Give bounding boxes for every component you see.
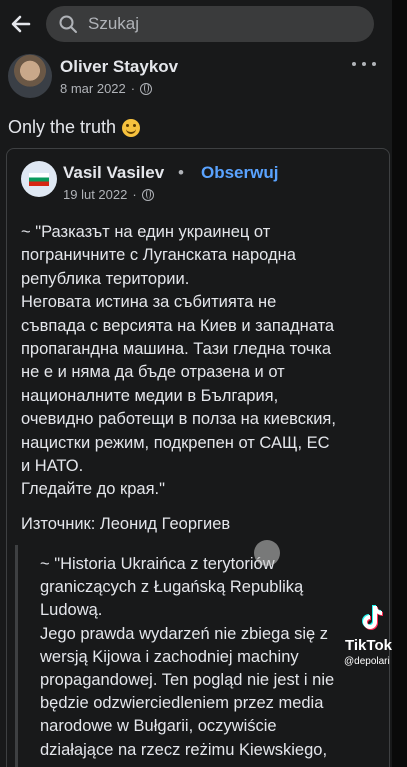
search-bar[interactable] xyxy=(46,6,374,42)
post-meta: 8 mar 2022 · xyxy=(60,81,153,96)
search-icon xyxy=(59,15,77,33)
follow-button[interactable]: Obserwuj xyxy=(201,163,278,183)
shared-post-card[interactable]: Vasil Vasilev • Obserwuj 19 lut 2022 · ~… xyxy=(6,148,390,767)
quote-text: ~ "Historia Ukraińca z terytoriów granic… xyxy=(40,555,335,759)
tiktok-watermark: TikTok @depolari xyxy=(342,604,402,668)
search-input[interactable] xyxy=(86,13,340,35)
touch-indicator xyxy=(254,540,280,566)
post-text: Only the truth xyxy=(8,117,141,138)
back-arrow-icon[interactable] xyxy=(6,9,36,39)
globe-icon xyxy=(140,82,153,95)
smiling-face-icon xyxy=(122,118,141,137)
shared-meta: 19 lut 2022 · xyxy=(63,187,154,202)
avatar[interactable] xyxy=(8,54,52,98)
shared-author[interactable]: Vasil Vasilev xyxy=(63,163,164,183)
tiktok-username: @depolari xyxy=(344,656,390,667)
post-text-content: Only the truth xyxy=(8,117,117,137)
top-bar xyxy=(0,0,392,48)
tiktok-brand: TikTok xyxy=(345,637,392,654)
phone-screen: Oliver Staykov 8 mar 2022 · Only the tru… xyxy=(0,0,392,767)
translation-quote: ~ "Historia Ukraińca z terytoriów granic… xyxy=(15,545,388,767)
separator-dot: • xyxy=(178,163,184,182)
shared-body-text: ~ "Разказът на един украинец от погранич… xyxy=(21,223,336,499)
source-line: Източник: Леонид Георгиев xyxy=(21,515,231,533)
globe-icon xyxy=(141,188,154,201)
shared-date[interactable]: 19 lut 2022 xyxy=(63,187,127,202)
post-date[interactable]: 8 mar 2022 xyxy=(60,81,126,96)
more-options-icon[interactable] xyxy=(352,56,376,72)
shared-avatar[interactable] xyxy=(21,161,57,197)
tiktok-logo-icon xyxy=(362,605,383,630)
post-author[interactable]: Oliver Staykov xyxy=(60,57,178,77)
